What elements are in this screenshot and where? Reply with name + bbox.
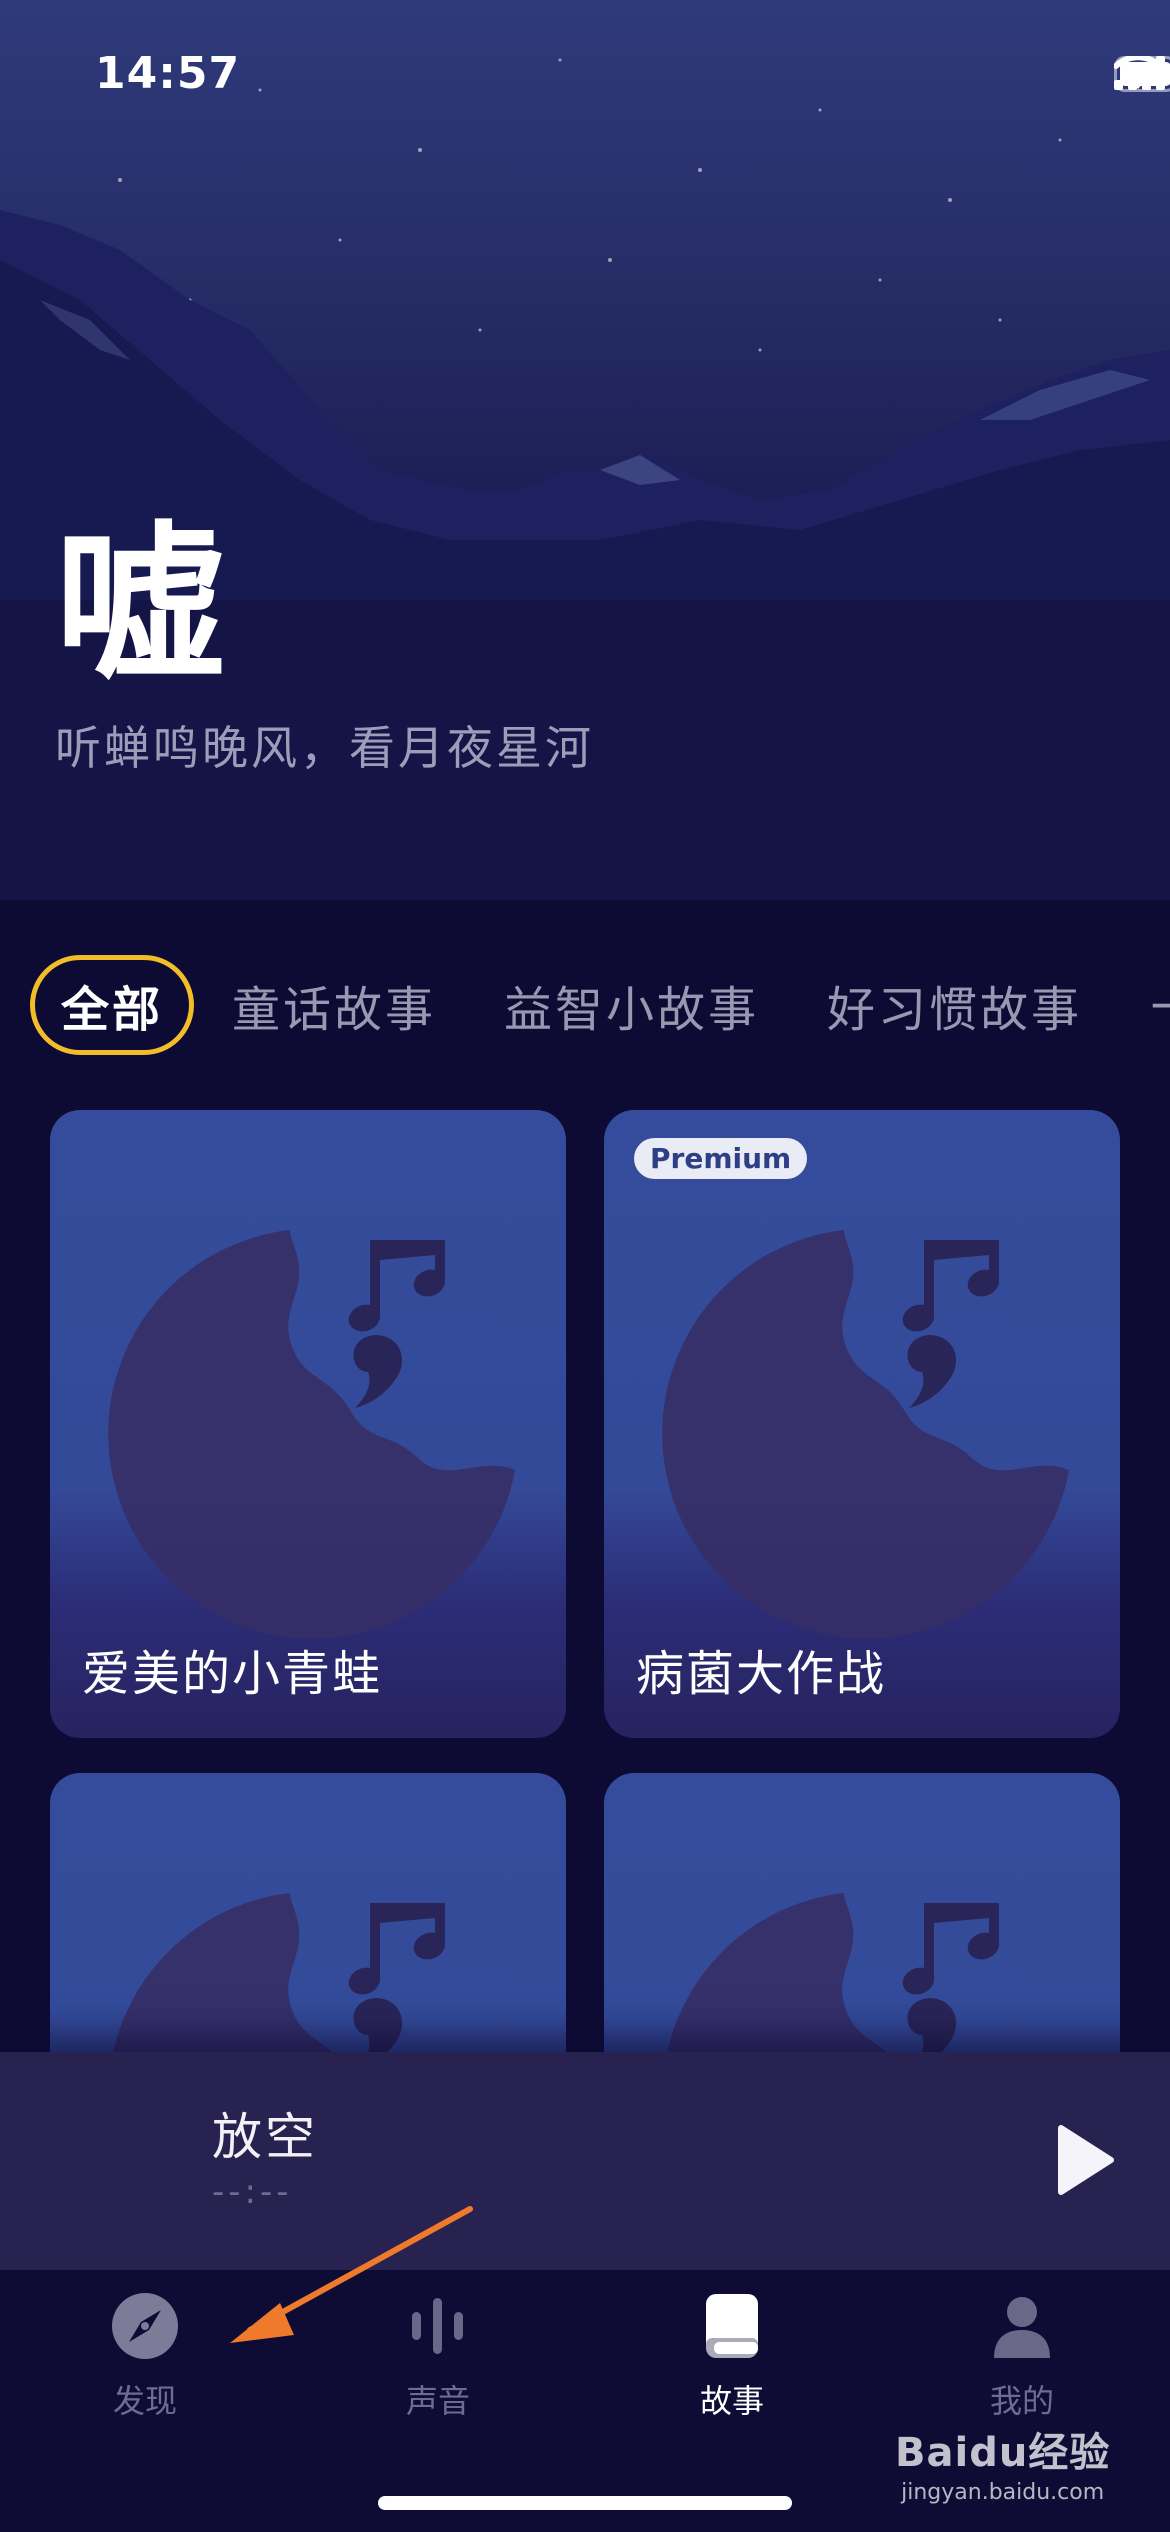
story-title: 病菌大作战 xyxy=(636,1646,887,1702)
compass-icon xyxy=(112,2293,178,2359)
hero-subtitle: 听蝉鸣晚风，看月夜星河 xyxy=(55,721,594,775)
hero-banner: 14:57 嘘 听蝉鸣晚风，看月夜星河 xyxy=(0,0,1170,900)
watermark-url: jingyan.baidu.com xyxy=(901,2480,1105,2505)
profile-icon xyxy=(994,2297,1050,2358)
player-track-title: 放空 xyxy=(212,2108,318,2166)
category-tabs: 全部 童话故事 益智小故事 好习惯故事 十 xyxy=(30,955,1170,1055)
story-card[interactable]: Premium 病菌大作战 xyxy=(604,1110,1120,1738)
baidu-watermark: Baidu经验 jingyan.baidu.com xyxy=(895,2420,1110,2505)
watermark-brand: Baidu经验 xyxy=(895,2430,1111,2476)
book-icon xyxy=(706,2294,758,2358)
status-bar: 14:57 xyxy=(0,0,1170,140)
nav-profile[interactable]: 我的 xyxy=(922,2290,1122,2422)
status-time: 14:57 xyxy=(95,48,241,99)
nav-label: 发现 xyxy=(112,2382,177,2420)
story-title: 爱美的小青蛙 xyxy=(82,1646,383,1702)
nav-stories[interactable]: 故事 xyxy=(632,2290,832,2422)
nav-label: 故事 xyxy=(699,2382,764,2420)
tab-fairy-tales[interactable]: 童话故事 xyxy=(232,970,436,1040)
story-card[interactable]: 爱美的小青蛙 xyxy=(50,1110,566,1738)
mini-player[interactable]: 放空 --:-- xyxy=(0,2052,1170,2270)
battery-icon xyxy=(1114,56,1170,92)
nav-label: 声音 xyxy=(405,2382,470,2420)
annotation-arrow-icon xyxy=(230,2206,473,2343)
home-indicator[interactable] xyxy=(378,2496,792,2510)
tab-good-habit-stories[interactable]: 好习惯故事 xyxy=(827,970,1082,1040)
tab-more[interactable]: 十 xyxy=(1150,970,1170,1040)
nav-discover[interactable]: 发现 xyxy=(45,2290,245,2422)
tab-all[interactable]: 全部 xyxy=(30,955,195,1055)
play-icon[interactable] xyxy=(1055,2124,1115,2196)
hero-title: 嘘 xyxy=(55,505,226,705)
nav-label: 我的 xyxy=(989,2382,1054,2420)
tab-educational-stories[interactable]: 益智小故事 xyxy=(504,970,759,1040)
premium-badge: Premium xyxy=(634,1138,808,1179)
